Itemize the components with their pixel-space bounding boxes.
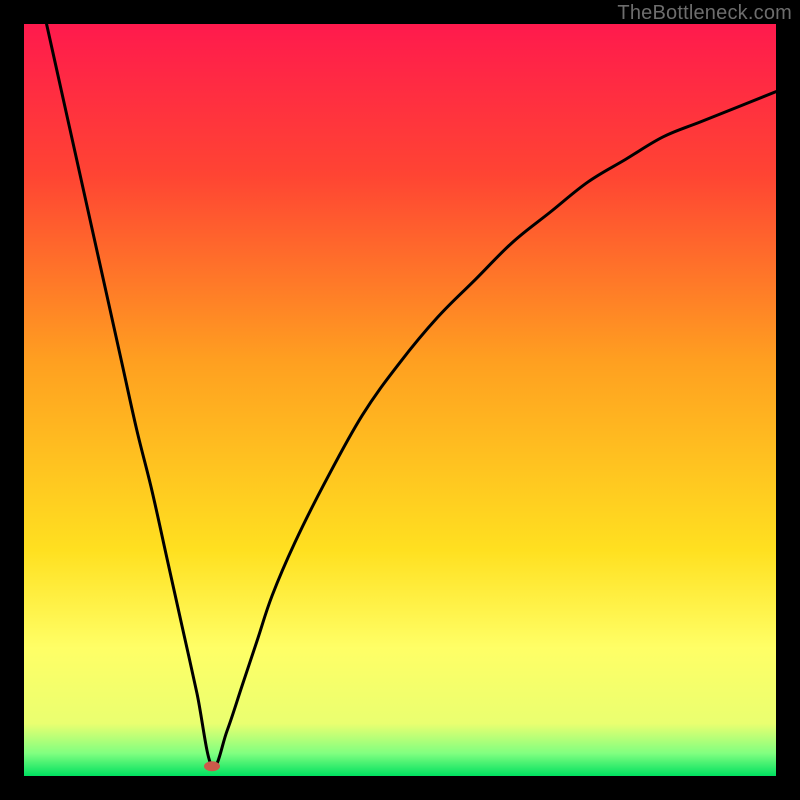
bottleneck-chart bbox=[24, 24, 776, 776]
watermark-text: TheBottleneck.com bbox=[617, 2, 792, 25]
minimum-marker bbox=[204, 761, 220, 771]
chart-frame bbox=[24, 24, 776, 776]
